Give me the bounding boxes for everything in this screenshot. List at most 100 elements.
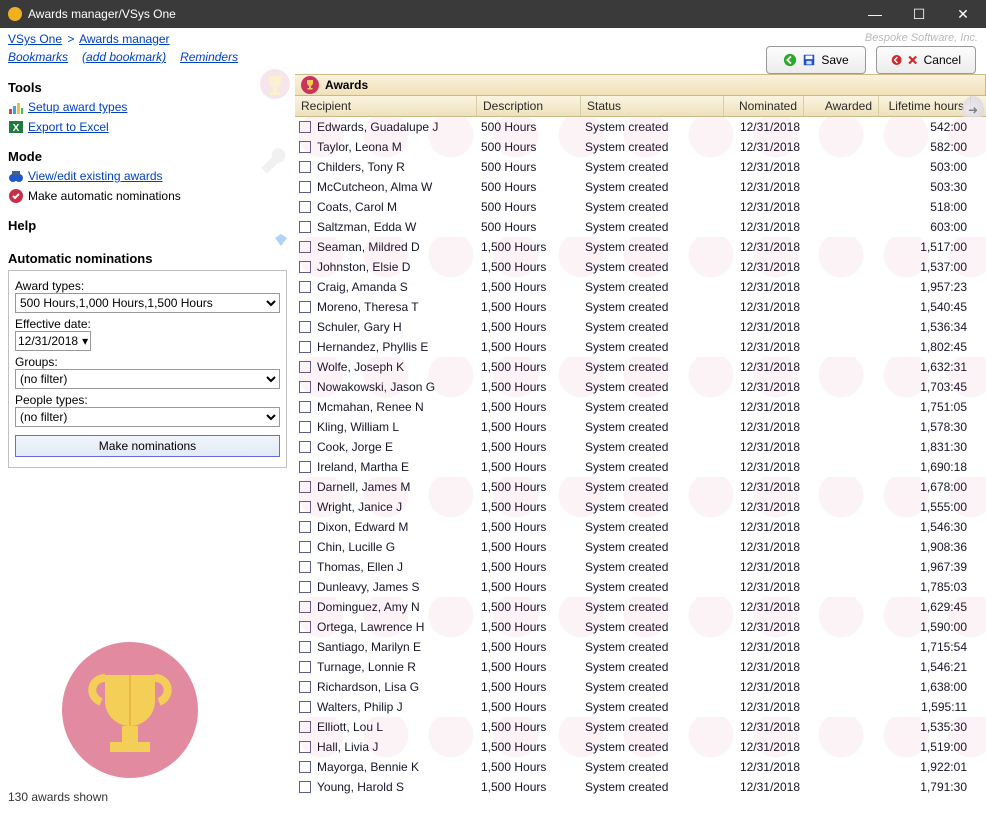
table-row[interactable]: Kling, William L1,500 HoursSystem create… — [295, 417, 986, 437]
row-checkbox[interactable] — [299, 121, 311, 133]
save-button[interactable]: Save — [766, 46, 866, 74]
table-row[interactable]: Thomas, Ellen J1,500 HoursSystem created… — [295, 557, 986, 577]
table-row[interactable]: Richardson, Lisa G1,500 HoursSystem crea… — [295, 677, 986, 697]
row-checkbox[interactable] — [299, 481, 311, 493]
cancel-button[interactable]: Cancel — [876, 46, 976, 74]
table-row[interactable]: Elliott, Lou L1,500 HoursSystem created1… — [295, 717, 986, 737]
table-row[interactable]: Wolfe, Joseph K1,500 HoursSystem created… — [295, 357, 986, 377]
breadcrumb-current[interactable]: Awards manager — [79, 32, 170, 46]
effective-date-value: 12/31/2018 — [18, 334, 78, 348]
table-row[interactable]: Mayorga, Bennie K1,500 HoursSystem creat… — [295, 757, 986, 777]
make-auto-nominations-label[interactable]: Make automatic nominations — [28, 189, 181, 203]
table-row[interactable]: Nowakowski, Jason G1,500 HoursSystem cre… — [295, 377, 986, 397]
row-checkbox[interactable] — [299, 761, 311, 773]
row-checkbox[interactable] — [299, 621, 311, 633]
effective-date-combo[interactable]: 12/31/2018 ▾ — [15, 331, 91, 351]
table-row[interactable]: Turnage, Lonnie R1,500 HoursSystem creat… — [295, 657, 986, 677]
row-checkbox[interactable] — [299, 681, 311, 693]
table-row[interactable]: Taylor, Leona M500 HoursSystem created12… — [295, 137, 986, 157]
row-checkbox[interactable] — [299, 521, 311, 533]
reminders-link[interactable]: Reminders — [180, 50, 238, 64]
table-row[interactable]: Darnell, James M1,500 HoursSystem create… — [295, 477, 986, 497]
col-lifetime[interactable]: Lifetime hours — [879, 96, 971, 116]
row-checkbox[interactable] — [299, 141, 311, 153]
table-row[interactable]: Young, Harold S1,500 HoursSystem created… — [295, 777, 986, 797]
table-row[interactable]: Dunleavy, James S1,500 HoursSystem creat… — [295, 577, 986, 597]
row-checkbox[interactable] — [299, 341, 311, 353]
table-row[interactable]: Schuler, Gary H1,500 HoursSystem created… — [295, 317, 986, 337]
table-row[interactable]: Ireland, Martha E1,500 HoursSystem creat… — [295, 457, 986, 477]
col-nominated[interactable]: Nominated — [724, 96, 804, 116]
table-row[interactable]: Santiago, Marilyn E1,500 HoursSystem cre… — [295, 637, 986, 657]
row-checkbox[interactable] — [299, 381, 311, 393]
table-row[interactable]: Coats, Carol M500 HoursSystem created12/… — [295, 197, 986, 217]
groups-combo[interactable]: (no filter) — [15, 369, 280, 389]
row-checkbox[interactable] — [299, 601, 311, 613]
row-checkbox[interactable] — [299, 581, 311, 593]
table-row[interactable]: Seaman, Mildred D1,500 HoursSystem creat… — [295, 237, 986, 257]
setup-award-types-link[interactable]: Setup award types — [28, 100, 127, 114]
row-checkbox[interactable] — [299, 741, 311, 753]
table-row[interactable]: Johnston, Elsie D1,500 HoursSystem creat… — [295, 257, 986, 277]
table-row[interactable]: Edwards, Guadalupe J500 HoursSystem crea… — [295, 117, 986, 137]
maximize-button[interactable]: ☐ — [904, 6, 934, 23]
row-checkbox[interactable] — [299, 661, 311, 673]
close-window-button[interactable]: ✕ — [948, 6, 978, 23]
row-checkbox[interactable] — [299, 321, 311, 333]
people-types-combo[interactable]: (no filter) — [15, 407, 280, 427]
table-row[interactable]: Hernandez, Phyllis E1,500 HoursSystem cr… — [295, 337, 986, 357]
bookmarks-link[interactable]: Bookmarks — [8, 50, 68, 64]
export-excel-link[interactable]: Export to Excel — [28, 120, 109, 134]
row-checkbox[interactable] — [299, 421, 311, 433]
breadcrumb-root[interactable]: VSys One — [8, 32, 62, 46]
row-checkbox[interactable] — [299, 181, 311, 193]
table-row[interactable]: Moreno, Theresa T1,500 HoursSystem creat… — [295, 297, 986, 317]
row-checkbox[interactable] — [299, 201, 311, 213]
table-row[interactable]: Dominguez, Amy N1,500 HoursSystem create… — [295, 597, 986, 617]
grid-rows-container[interactable]: Edwards, Guadalupe J500 HoursSystem crea… — [295, 117, 986, 797]
table-row[interactable]: Wright, Janice J1,500 HoursSystem create… — [295, 497, 986, 517]
row-checkbox[interactable] — [299, 701, 311, 713]
row-checkbox[interactable] — [299, 241, 311, 253]
cell-recipient: Dixon, Edward M — [295, 520, 477, 534]
cell-recipient: Edwards, Guadalupe J — [295, 120, 477, 134]
table-row[interactable]: Ortega, Lawrence H1,500 HoursSystem crea… — [295, 617, 986, 637]
add-bookmark-link[interactable]: (add bookmark) — [82, 50, 166, 64]
row-checkbox[interactable] — [299, 781, 311, 793]
row-checkbox[interactable] — [299, 221, 311, 233]
table-row[interactable]: Craig, Amanda S1,500 HoursSystem created… — [295, 277, 986, 297]
cell-description: 1,500 Hours — [477, 520, 581, 534]
row-checkbox[interactable] — [299, 561, 311, 573]
col-recipient[interactable]: Recipient — [295, 96, 477, 116]
row-checkbox[interactable] — [299, 301, 311, 313]
row-checkbox[interactable] — [299, 501, 311, 513]
col-awarded[interactable]: Awarded — [804, 96, 879, 116]
cell-recipient: Hernandez, Phyllis E — [295, 340, 477, 354]
row-checkbox[interactable] — [299, 541, 311, 553]
view-edit-awards-link[interactable]: View/edit existing awards — [28, 169, 163, 183]
table-row[interactable]: Dixon, Edward M1,500 HoursSystem created… — [295, 517, 986, 537]
row-checkbox[interactable] — [299, 401, 311, 413]
row-checkbox[interactable] — [299, 441, 311, 453]
make-nominations-button[interactable]: Make nominations — [15, 435, 280, 457]
table-row[interactable]: Saltzman, Edda W500 HoursSystem created1… — [295, 217, 986, 237]
award-types-combo[interactable]: 500 Hours,1,000 Hours,1,500 Hours — [15, 293, 280, 313]
col-status[interactable]: Status — [581, 96, 724, 116]
table-row[interactable]: Childers, Tony R500 HoursSystem created1… — [295, 157, 986, 177]
table-row[interactable]: Cook, Jorge E1,500 HoursSystem created12… — [295, 437, 986, 457]
row-checkbox[interactable] — [299, 721, 311, 733]
row-checkbox[interactable] — [299, 281, 311, 293]
row-checkbox[interactable] — [299, 161, 311, 173]
groups-label: Groups: — [15, 355, 280, 369]
table-row[interactable]: McCutcheon, Alma W500 HoursSystem create… — [295, 177, 986, 197]
table-row[interactable]: Chin, Lucille G1,500 HoursSystem created… — [295, 537, 986, 557]
col-description[interactable]: Description — [477, 96, 581, 116]
row-checkbox[interactable] — [299, 641, 311, 653]
table-row[interactable]: Mcmahan, Renee N1,500 HoursSystem create… — [295, 397, 986, 417]
row-checkbox[interactable] — [299, 261, 311, 273]
table-row[interactable]: Walters, Philip J1,500 HoursSystem creat… — [295, 697, 986, 717]
table-row[interactable]: Hall, Livia J1,500 HoursSystem created12… — [295, 737, 986, 757]
row-checkbox[interactable] — [299, 361, 311, 373]
minimize-button[interactable]: — — [860, 6, 890, 23]
row-checkbox[interactable] — [299, 461, 311, 473]
